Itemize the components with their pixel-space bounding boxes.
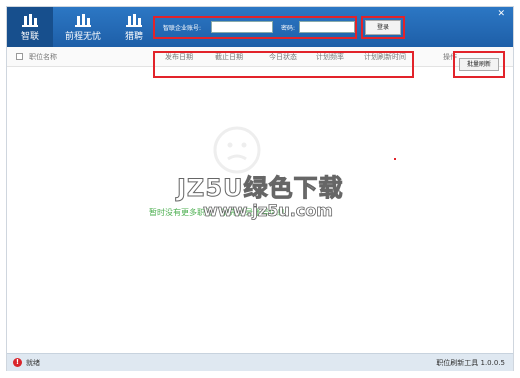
tab-liepin[interactable]: 猎聘: [111, 7, 157, 47]
app-window: 智联 前程无忧 猎聘 智联企业账号: 密码: 登录 ✕ 职位名称 发布日期 截止…: [6, 6, 514, 371]
tab-label: 前程无忧: [64, 32, 101, 42]
login-button[interactable]: 登录: [365, 20, 401, 35]
batch-refresh-button[interactable]: 批量刷新: [459, 58, 499, 71]
login-button-highlight: 登录: [361, 16, 405, 39]
status-bar: ! 就绪 职位刷新工具 1.0.0.5: [7, 353, 513, 371]
login-form: 智联企业账号: 密码:: [153, 16, 357, 39]
col-job-name[interactable]: 职位名称: [29, 52, 57, 62]
version-label: 职位刷新工具 1.0.0.5: [436, 359, 505, 367]
batch-refresh-highlight: 批量刷新: [453, 51, 505, 78]
tab-label: 猎聘: [124, 32, 143, 42]
account-input[interactable]: [211, 21, 273, 33]
building-icon: [75, 14, 91, 27]
alert-icon: !: [13, 358, 22, 367]
tab-51job[interactable]: 前程无忧: [55, 7, 111, 47]
close-icon[interactable]: ✕: [497, 9, 505, 19]
building-icon: [126, 14, 142, 27]
password-label: 密码:: [281, 25, 296, 32]
header-highlight-box: [153, 51, 414, 78]
status-text: 就绪: [26, 359, 40, 367]
password-input[interactable]: [299, 21, 355, 33]
empty-face-icon: [213, 126, 261, 174]
building-icon: [22, 14, 38, 27]
select-all-checkbox[interactable]: [16, 53, 23, 60]
watermark-url: www.jz5u.com: [203, 201, 334, 221]
watermark-title: JZ5U绿色下载: [177, 174, 344, 203]
tab-label: 智联: [20, 32, 39, 42]
top-bar: 智联 前程无忧 猎聘 智联企业账号: 密码: 登录 ✕: [7, 7, 513, 47]
tab-zhilian[interactable]: 智联: [7, 7, 53, 47]
red-dot: [394, 158, 396, 160]
account-label: 智联企业账号:: [163, 25, 202, 32]
